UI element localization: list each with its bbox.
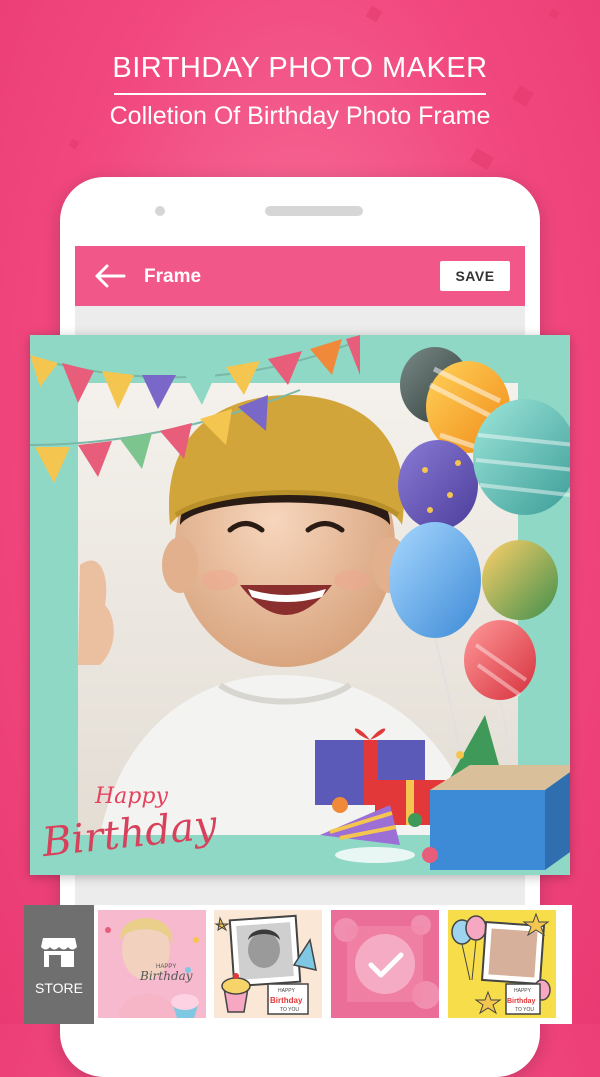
save-button[interactable]: SAVE <box>440 261 510 291</box>
confetti <box>548 8 560 20</box>
app-bar: Frame SAVE <box>75 246 525 306</box>
frame-thumb-pink-balloons[interactable] <box>331 910 439 1018</box>
promo-title: BIRTHDAY PHOTO MAKER <box>112 52 488 84</box>
confetti <box>469 147 495 171</box>
store-label: STORE <box>35 980 83 996</box>
promo-subtitle: Colletion Of Birthday Photo Frame <box>109 102 491 130</box>
phone-camera <box>155 206 165 216</box>
thumb-caption: HAPPY <box>514 988 532 994</box>
thumb-caption: Birthday <box>139 969 193 983</box>
thumb-caption: Birthday <box>270 996 303 1005</box>
confetti <box>365 5 383 23</box>
store-icon <box>41 938 77 967</box>
page-title: Frame <box>144 266 202 287</box>
thumb-caption: TO YOU <box>515 1007 534 1013</box>
thumb-caption: TO YOU <box>280 1007 299 1013</box>
confetti <box>68 138 80 150</box>
selected-check-circle <box>355 934 415 994</box>
thumb-caption: Birthday <box>507 998 536 1005</box>
store-button[interactable]: STORE <box>24 905 94 1024</box>
frame-thumb-woman-cupcake[interactable]: HAPPY Birthday <box>98 910 206 1018</box>
promo-underline <box>114 93 486 95</box>
phone-speaker <box>265 206 363 216</box>
back-arrow-icon[interactable] <box>93 262 127 290</box>
greeting-happy: Happy <box>94 784 168 809</box>
frame-thumb-yellow-stars[interactable]: HAPPY Birthday TO YOU <box>448 910 556 1018</box>
thumb-caption: HAPPY <box>278 988 296 994</box>
frame-preview[interactable]: Happy Birthday <box>30 335 570 875</box>
frame-thumb-kid-cupcake[interactable]: HAPPY Birthday TO YOU <box>214 910 322 1018</box>
